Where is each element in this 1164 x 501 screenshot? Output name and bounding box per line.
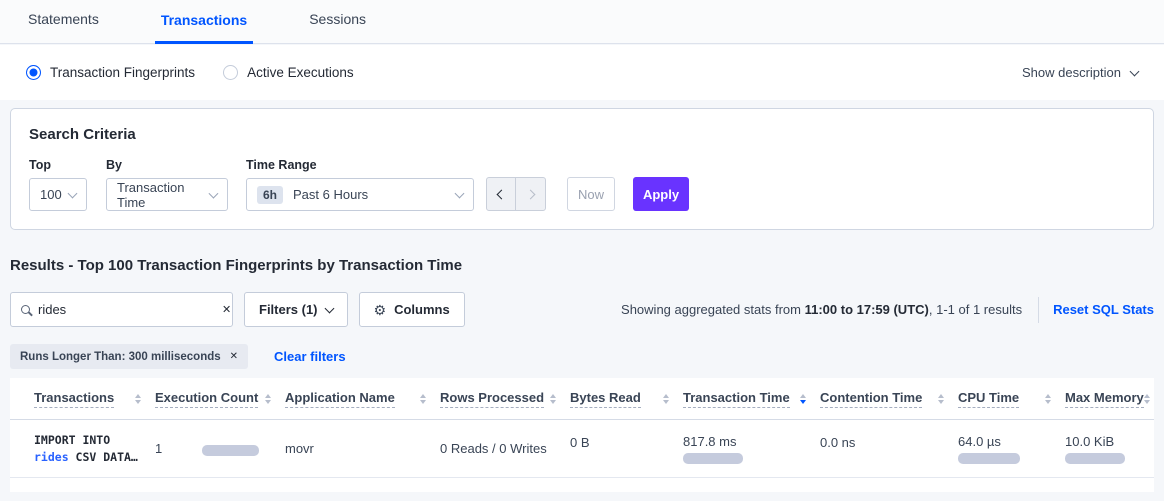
- sort-icon[interactable]: [1144, 394, 1150, 404]
- cell-contention-time: 0.0 ns: [820, 420, 958, 450]
- tab-statements[interactable]: Statements: [22, 11, 105, 43]
- cell-bar: [202, 445, 259, 456]
- cell-max-memory: 10.0 KiB: [1065, 434, 1154, 464]
- sort-icon[interactable]: [550, 394, 556, 404]
- time-range-select[interactable]: 6h Past 6 Hours: [246, 178, 474, 211]
- search-input[interactable]: [38, 302, 214, 317]
- radio-label: Transaction Fingerprints: [50, 65, 195, 80]
- chevron-left-icon: [496, 189, 506, 199]
- cell-bytes-read: 0 B: [570, 420, 683, 450]
- search-criteria-controls: Top 100 By Transaction Time Time Range 6…: [29, 158, 1135, 211]
- cell-bar: [958, 453, 1020, 464]
- search-criteria-card: Search Criteria Top 100 By Transaction T…: [10, 108, 1154, 230]
- sort-icon[interactable]: [265, 394, 271, 404]
- time-range-label: Time Range: [246, 158, 474, 172]
- sort-icon[interactable]: [135, 394, 141, 404]
- table-header-row: Transactions Execution Count Application…: [10, 378, 1154, 420]
- radio-transaction-fingerprints[interactable]: Transaction Fingerprints: [26, 65, 195, 80]
- clear-filters-link[interactable]: Clear filters: [274, 349, 346, 364]
- cell-transaction-time: 817.8 ms: [683, 434, 820, 464]
- columns-button[interactable]: ⚙ Columns: [359, 292, 465, 327]
- chevron-down-icon: [324, 303, 334, 313]
- tab-bar: Statements Transactions Sessions: [0, 0, 1164, 44]
- show-description-label: Show description: [1022, 65, 1121, 80]
- sort-icon[interactable]: [938, 394, 944, 404]
- active-filters-row: Runs Longer Than: 300 milliseconds ✕ Cle…: [10, 344, 346, 369]
- search-match-highlight: rides: [34, 450, 69, 464]
- table-row: IMPORT INTO rides CSV DATA… 1 movr 0 Rea…: [10, 420, 1154, 478]
- column-header-transactions[interactable]: Transactions: [34, 390, 155, 408]
- column-header-cpu-time[interactable]: CPU Time: [958, 390, 1065, 408]
- cell-rows-processed: 0 Reads / 0 Writes: [440, 441, 570, 456]
- radio-selected-icon: [26, 65, 41, 80]
- remove-filter-icon[interactable]: ✕: [230, 351, 238, 362]
- filter-pill-label: Runs Longer Than: 300 milliseconds: [20, 351, 221, 363]
- column-header-execution-count[interactable]: Execution Count: [155, 390, 285, 408]
- apply-button[interactable]: Apply: [633, 177, 689, 211]
- column-header-bytes-read[interactable]: Bytes Read: [570, 390, 683, 408]
- time-range-value: Past 6 Hours: [293, 187, 368, 202]
- radio-active-executions[interactable]: Active Executions: [223, 65, 354, 80]
- cell-application-name: movr: [285, 441, 440, 456]
- search-criteria-title: Search Criteria: [29, 126, 1135, 143]
- time-next-button[interactable]: [516, 178, 545, 210]
- divider: [1038, 297, 1039, 323]
- view-toggle-row: Transaction Fingerprints Active Executio…: [0, 45, 1164, 100]
- column-header-max-memory[interactable]: Max Memory: [1065, 390, 1164, 408]
- column-header-transaction-time[interactable]: Transaction Time: [683, 390, 820, 408]
- top-select-value: 100: [40, 187, 62, 202]
- column-header-application-name[interactable]: Application Name: [285, 390, 440, 408]
- filters-button-label: Filters (1): [259, 302, 318, 317]
- time-range-badge: 6h: [257, 186, 283, 204]
- aggregated-stats-text: Showing aggregated stats from 11:00 to 1…: [621, 302, 1022, 317]
- cell-execution-count: 1: [155, 441, 285, 456]
- results-search-box: ✕: [10, 292, 233, 327]
- results-table: Transactions Execution Count Application…: [10, 378, 1154, 492]
- tab-sessions[interactable]: Sessions: [303, 11, 372, 43]
- sort-icon[interactable]: [663, 394, 669, 404]
- by-select[interactable]: Transaction Time: [106, 178, 228, 211]
- time-prev-button[interactable]: [487, 178, 516, 210]
- time-nav-group: [486, 177, 546, 211]
- column-header-contention-time[interactable]: Contention Time: [820, 390, 958, 408]
- sql-activity-page: Statements Transactions Sessions Transac…: [0, 0, 1164, 501]
- chevron-down-icon: [1130, 66, 1140, 76]
- filter-pill[interactable]: Runs Longer Than: 300 milliseconds ✕: [10, 344, 248, 369]
- chevron-down-icon: [68, 188, 78, 198]
- cell-cpu-time: 64.0 µs: [958, 434, 1065, 464]
- gear-icon: ⚙: [374, 303, 387, 317]
- cell-bar: [1065, 453, 1125, 464]
- reset-sql-stats-link[interactable]: Reset SQL Stats: [1053, 302, 1154, 317]
- stats-cluster: Showing aggregated stats from 11:00 to 1…: [621, 297, 1154, 323]
- sort-icon-active-desc[interactable]: [800, 394, 806, 404]
- sort-icon[interactable]: [420, 394, 426, 404]
- radio-unselected-icon: [223, 65, 238, 80]
- sort-icon[interactable]: [1045, 394, 1051, 404]
- by-label: By: [106, 158, 228, 172]
- by-select-value: Transaction Time: [117, 180, 210, 210]
- clear-search-icon[interactable]: ✕: [222, 303, 231, 316]
- columns-button-label: Columns: [394, 302, 450, 317]
- cell-transaction-fingerprint[interactable]: IMPORT INTO rides CSV DATA…: [34, 432, 155, 466]
- results-heading: Results - Top 100 Transaction Fingerprin…: [10, 257, 462, 274]
- show-description-toggle[interactable]: Show description: [1022, 65, 1138, 80]
- column-header-rows-processed[interactable]: Rows Processed: [440, 390, 570, 408]
- chevron-down-icon: [455, 188, 465, 198]
- radio-label: Active Executions: [247, 65, 354, 80]
- search-icon: [21, 305, 30, 314]
- now-button[interactable]: Now: [567, 177, 615, 211]
- top-label: Top: [29, 158, 87, 172]
- filters-button[interactable]: Filters (1): [244, 292, 348, 327]
- chevron-right-icon: [526, 189, 536, 199]
- results-controls-row: ✕ Filters (1) ⚙ Columns Showing aggregat…: [10, 292, 1154, 327]
- tab-transactions[interactable]: Transactions: [155, 12, 253, 44]
- top-select[interactable]: 100: [29, 178, 87, 211]
- cell-bar: [683, 453, 743, 464]
